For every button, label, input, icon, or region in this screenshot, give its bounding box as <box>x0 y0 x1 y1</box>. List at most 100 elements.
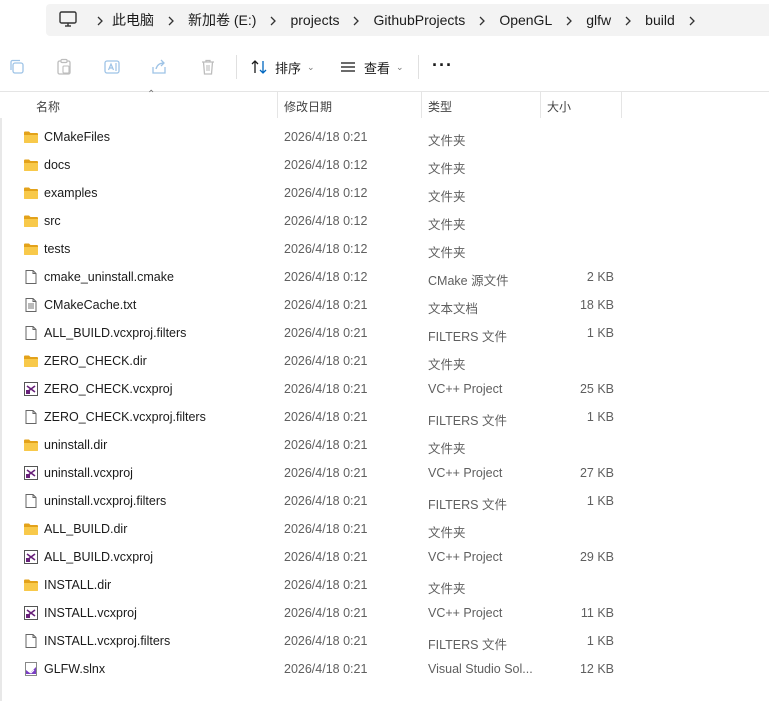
file-date: 2026/4/18 0:12 <box>284 186 368 200</box>
view-button[interactable]: 查看 ⌄ <box>339 54 404 80</box>
file-size: 2 KB <box>586 270 614 284</box>
file-icon <box>23 633 39 649</box>
breadcrumb-item[interactable]: OpenGL <box>497 12 554 28</box>
file-type: FILTERS 文件 <box>428 330 507 344</box>
file-row[interactable]: INSTALL.vcxproj 2026/4/18 0:21 VC++ Projec… <box>0 599 769 627</box>
folder-icon <box>23 437 39 453</box>
file-row[interactable]: INSTALL.vcxproj.filters 2026/4/18 0:21 FIL… <box>0 627 769 655</box>
chevron-right-icon[interactable] <box>467 12 497 29</box>
chevron-right-icon[interactable] <box>258 12 288 29</box>
breadcrumb-item[interactable]: glfw <box>584 12 613 28</box>
file-type: 文件夹 <box>428 246 466 260</box>
breadcrumb-item[interactable]: 此电脑 <box>110 10 156 30</box>
file-date: 2026/4/18 0:21 <box>284 130 368 144</box>
toolbar-divider <box>418 55 419 79</box>
file-row[interactable]: docs 2026/4/18 0:12 文件夹 <box>0 151 769 179</box>
breadcrumb-item[interactable]: GithubProjects <box>371 12 467 28</box>
file-row[interactable]: CMakeCache.txt 2026/4/18 0:21 文本文档 18 KB <box>0 291 769 319</box>
file-row[interactable]: cmake_uninstall.cmake 2026/4/18 0:12 CMake… <box>0 263 769 291</box>
column-header-size[interactable]: 大小 <box>547 98 571 115</box>
breadcrumb-item[interactable]: projects <box>288 12 341 28</box>
file-type: VC++ Project <box>428 606 503 620</box>
copy-icon[interactable] <box>8 58 26 76</box>
command-bar: 排序 ⌄ 查看 ⌄ ··· <box>0 40 769 92</box>
chevron-right-icon[interactable] <box>613 12 643 29</box>
column-header-date[interactable]: 修改日期 <box>284 98 332 115</box>
file-icon <box>23 269 39 285</box>
this-pc-icon[interactable] <box>58 9 78 29</box>
folder-icon <box>23 157 39 173</box>
chevron-right-icon[interactable] <box>677 12 707 29</box>
file-row[interactable]: INSTALL.dir 2026/4/18 0:21 文件夹 <box>0 571 769 599</box>
file-name: CMakeCache.txt <box>44 298 137 312</box>
file-row[interactable]: ZERO_CHECK.vcxproj.filters 2026/4/18 0:21… <box>0 403 769 431</box>
folder-icon <box>23 577 39 593</box>
delete-icon[interactable] <box>199 58 217 76</box>
file-row[interactable]: ALL_BUILD.dir 2026/4/18 0:21 文件夹 <box>0 515 769 543</box>
file-size: 25 KB <box>579 382 614 396</box>
file-row[interactable]: uninstall.dir 2026/4/18 0:21 文件夹 <box>0 431 769 459</box>
breadcrumb-item[interactable]: build <box>643 12 677 28</box>
file-row[interactable]: examples 2026/4/18 0:12 文件夹 <box>0 179 769 207</box>
file-date: 2026/4/18 0:21 <box>284 522 368 536</box>
column-header-name[interactable]: 名称 <box>36 98 60 115</box>
vcxproj-icon <box>23 605 39 621</box>
file-row[interactable]: ZERO_CHECK.vcxproj 2026/4/18 0:21 VC++ Pro… <box>0 375 769 403</box>
file-row[interactable]: ZERO_CHECK.dir 2026/4/18 0:21 文件夹 <box>0 347 769 375</box>
file-size: 1 KB <box>586 494 614 508</box>
file-date: 2026/4/18 0:12 <box>284 158 368 172</box>
slnx-icon <box>23 661 39 677</box>
share-icon[interactable] <box>150 58 168 76</box>
file-date: 2026/4/18 0:21 <box>284 606 368 620</box>
column-divider[interactable] <box>277 92 278 118</box>
column-header-type[interactable]: 类型 <box>428 98 452 115</box>
file-size: 27 KB <box>579 466 614 480</box>
file-row[interactable]: ALL_BUILD.vcxproj.filters 2026/4/18 0:21 F… <box>0 319 769 347</box>
paste-icon[interactable] <box>55 58 73 76</box>
file-date: 2026/4/18 0:21 <box>284 354 368 368</box>
file-name: examples <box>44 186 98 200</box>
file-icon <box>23 409 39 425</box>
chevron-right-icon[interactable] <box>554 12 584 29</box>
chevron-right-icon[interactable] <box>90 12 110 29</box>
file-name: src <box>44 214 61 228</box>
file-row[interactable]: uninstall.vcxproj 2026/4/18 0:21 VC++ Proj… <box>0 459 769 487</box>
file-date: 2026/4/18 0:21 <box>284 298 368 312</box>
file-type: VC++ Project <box>428 550 503 564</box>
column-divider[interactable] <box>421 92 422 118</box>
vcxproj-icon <box>23 549 39 565</box>
more-options-icon[interactable]: ··· <box>432 56 453 74</box>
file-name: INSTALL.vcxproj.filters <box>44 634 171 648</box>
file-type: 文件夹 <box>428 218 466 232</box>
file-date: 2026/4/18 0:21 <box>284 382 368 396</box>
file-name: INSTALL.vcxproj <box>44 606 137 620</box>
file-row[interactable]: GLFW.slnx 2026/4/18 0:21 Visual Studio Sol… <box>0 655 769 683</box>
file-row[interactable]: CMakeFiles 2026/4/18 0:21 文件夹 <box>0 123 769 151</box>
file-row[interactable]: tests 2026/4/18 0:12 文件夹 <box>0 235 769 263</box>
folder-icon <box>23 241 39 257</box>
folder-icon <box>23 521 39 537</box>
rename-icon[interactable] <box>103 58 121 76</box>
file-name: GLFW.slnx <box>44 662 106 676</box>
file-date: 2026/4/18 0:12 <box>284 214 368 228</box>
column-divider[interactable] <box>540 92 541 118</box>
file-size: 11 KB <box>580 606 614 620</box>
file-type: VC++ Project <box>428 466 503 480</box>
toolbar-divider <box>236 55 237 79</box>
breadcrumb: 此电脑 新加卷 (E:) projects GithubProjects OpenGL g… <box>90 0 707 40</box>
column-headers: ⌃ 名称 修改日期 类型 大小 <box>0 89 769 118</box>
file-name: ZERO_CHECK.vcxproj <box>44 382 173 396</box>
file-name: ALL_BUILD.dir <box>44 522 128 536</box>
file-type: 文件夹 <box>428 582 466 596</box>
chevron-right-icon[interactable] <box>156 12 186 29</box>
file-row[interactable]: ALL_BUILD.vcxproj 2026/4/18 0:21 VC++ Proj… <box>0 543 769 571</box>
column-divider[interactable] <box>621 92 622 118</box>
file-name: CMakeFiles <box>44 130 110 144</box>
sort-button[interactable]: 排序 ⌄ <box>250 54 315 80</box>
file-name: ZERO_CHECK.vcxproj.filters <box>44 410 206 424</box>
breadcrumb-item[interactable]: 新加卷 (E:) <box>186 10 258 30</box>
file-type: CMake 源文件 <box>428 274 509 288</box>
file-row[interactable]: uninstall.vcxproj.filters 2026/4/18 0:21 F… <box>0 487 769 515</box>
file-row[interactable]: src 2026/4/18 0:12 文件夹 <box>0 207 769 235</box>
chevron-right-icon[interactable] <box>341 12 371 29</box>
